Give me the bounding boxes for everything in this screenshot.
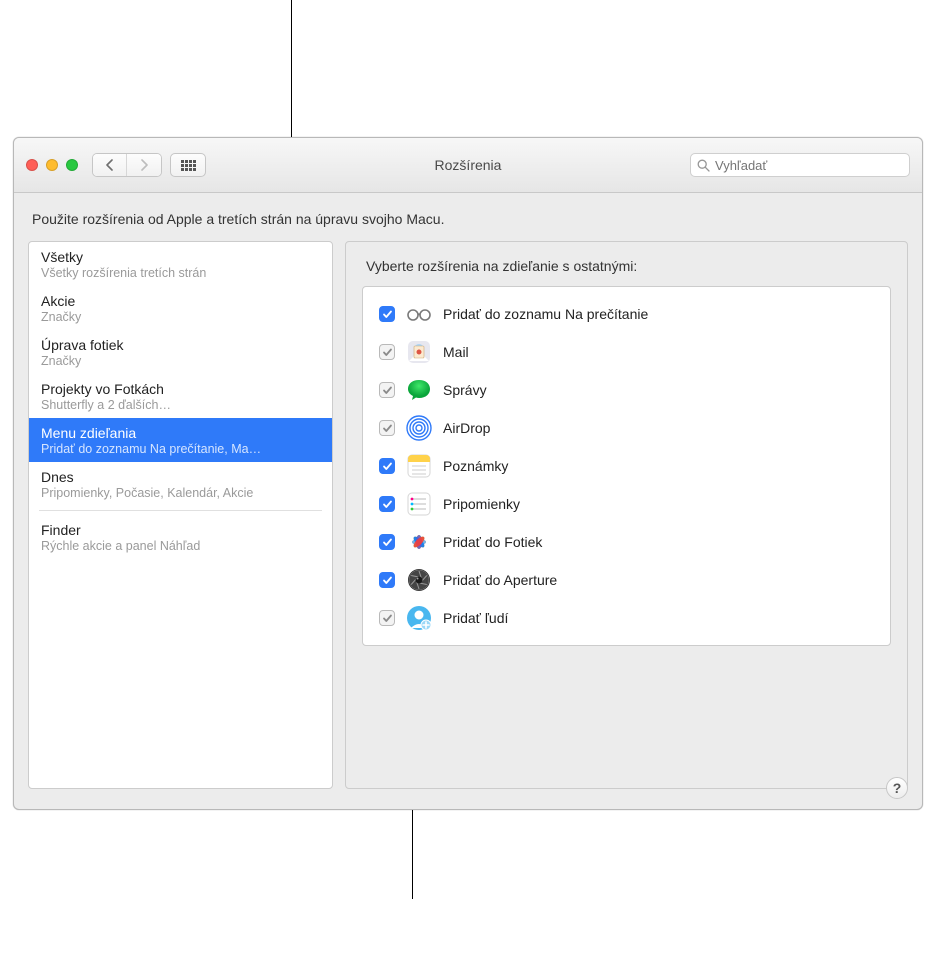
extension-checkbox[interactable] (379, 572, 395, 588)
main-heading: Vyberte rozšírenia na zdieľanie s ostatn… (366, 258, 887, 274)
search-icon (697, 159, 710, 172)
titlebar: Rozšírenia (14, 138, 922, 193)
sidebar: VšetkyVšetky rozšírenia tretích stránAkc… (28, 241, 333, 789)
sidebar-item-subtitle: Pridať do zoznamu Na prečítanie, Ma… (41, 442, 320, 456)
content-area: VšetkyVšetky rozšírenia tretích stránAkc… (14, 237, 922, 803)
extension-row: AirDrop (371, 409, 882, 447)
sidebar-item-title: Projekty vo Fotkách (41, 381, 320, 397)
extension-checkbox[interactable] (379, 496, 395, 512)
mail-icon (405, 338, 433, 366)
glasses-icon (405, 300, 433, 328)
check-icon (382, 499, 393, 510)
extension-row: Pridať do Aperture (371, 561, 882, 599)
extension-list: Pridať do zoznamu Na prečítanie Mail Správ… (362, 286, 891, 646)
sidebar-item[interactable]: Menu zdieľaniaPridať do zoznamu Na prečí… (29, 418, 332, 462)
extension-row: Pridať do zoznamu Na prečítanie (371, 295, 882, 333)
check-icon (382, 461, 393, 472)
sidebar-item-title: Dnes (41, 469, 320, 485)
extension-checkbox (379, 610, 395, 626)
minimize-window-button[interactable] (46, 159, 58, 171)
extension-label: Mail (443, 344, 469, 360)
messages-icon (405, 376, 433, 404)
check-icon (382, 575, 393, 586)
sidebar-divider (39, 510, 322, 511)
aperture-icon (405, 566, 433, 594)
extension-label: Poznámky (443, 458, 508, 474)
sidebar-item-title: Úprava fotiek (41, 337, 320, 353)
sidebar-item-subtitle: Značky (41, 354, 320, 368)
extension-label: Správy (443, 382, 487, 398)
check-icon (382, 385, 393, 396)
nav-segmented (92, 153, 162, 177)
sidebar-item[interactable]: DnesPripomienky, Počasie, Kalendár, Akci… (29, 462, 332, 506)
check-icon (382, 347, 393, 358)
sidebar-item-title: Všetky (41, 249, 320, 265)
extension-row: Mail (371, 333, 882, 371)
extension-label: Pridať do zoznamu Na prečítanie (443, 306, 648, 322)
extension-checkbox (379, 382, 395, 398)
sidebar-item-subtitle: Všetky rozšírenia tretích strán (41, 266, 320, 280)
grid-icon (181, 160, 196, 171)
help-button[interactable]: ? (886, 777, 908, 799)
show-all-button[interactable] (170, 153, 206, 177)
page-description: Použite rozšírenia od Apple a tretích st… (14, 193, 922, 237)
extension-checkbox (379, 344, 395, 360)
check-icon (382, 309, 393, 320)
sidebar-item[interactable]: AkcieZnačky (29, 286, 332, 330)
people-icon (405, 604, 433, 632)
extension-label: Pridať do Fotiek (443, 534, 542, 550)
sidebar-item-title: Finder (41, 522, 320, 538)
sidebar-item[interactable]: Projekty vo FotkáchShutterfly a 2 ďalšíc… (29, 374, 332, 418)
sidebar-item[interactable]: Úprava fotiekZnačky (29, 330, 332, 374)
notes-icon (405, 452, 433, 480)
extension-label: Pripomienky (443, 496, 520, 512)
sidebar-item-subtitle: Shutterfly a 2 ďalších… (41, 398, 320, 412)
extension-label: AirDrop (443, 420, 490, 436)
extension-checkbox[interactable] (379, 534, 395, 550)
sidebar-item-subtitle: Značky (41, 310, 320, 324)
extension-checkbox[interactable] (379, 306, 395, 322)
photos-icon (405, 528, 433, 556)
sidebar-item-title: Akcie (41, 293, 320, 309)
reminders-icon (405, 490, 433, 518)
sidebar-item-title: Menu zdieľania (41, 425, 320, 441)
forward-button[interactable] (127, 154, 161, 176)
extension-row: Pridať do Fotiek (371, 523, 882, 561)
close-window-button[interactable] (26, 159, 38, 171)
extension-row: Pripomienky (371, 485, 882, 523)
back-button[interactable] (93, 154, 127, 176)
chevron-left-icon (105, 159, 114, 171)
extension-label: Pridať do Aperture (443, 572, 557, 588)
sidebar-item[interactable]: VšetkyVšetky rozšírenia tretích strán (29, 242, 332, 286)
check-icon (382, 613, 393, 624)
zoom-window-button[interactable] (66, 159, 78, 171)
main-panel: Vyberte rozšírenia na zdieľanie s ostatn… (345, 241, 908, 789)
check-icon (382, 423, 393, 434)
extension-row: Poznámky (371, 447, 882, 485)
search-field[interactable] (690, 153, 910, 177)
chevron-right-icon (140, 159, 149, 171)
check-icon (382, 537, 393, 548)
preferences-window: Rozšírenia Použite rozšírenia od Apple a… (13, 137, 923, 810)
extension-checkbox[interactable] (379, 458, 395, 474)
search-input[interactable] (715, 158, 903, 173)
extension-label: Pridať ľudí (443, 610, 508, 626)
sidebar-item[interactable]: FinderRýchle akcie a panel Náhľad (29, 515, 332, 559)
extension-checkbox (379, 420, 395, 436)
extension-row: Správy (371, 371, 882, 409)
sidebar-item-subtitle: Rýchle akcie a panel Náhľad (41, 539, 320, 553)
sidebar-item-subtitle: Pripomienky, Počasie, Kalendár, Akcie (41, 486, 320, 500)
extension-row: Pridať ľudí (371, 599, 882, 637)
window-controls (26, 159, 78, 171)
airdrop-icon (405, 414, 433, 442)
